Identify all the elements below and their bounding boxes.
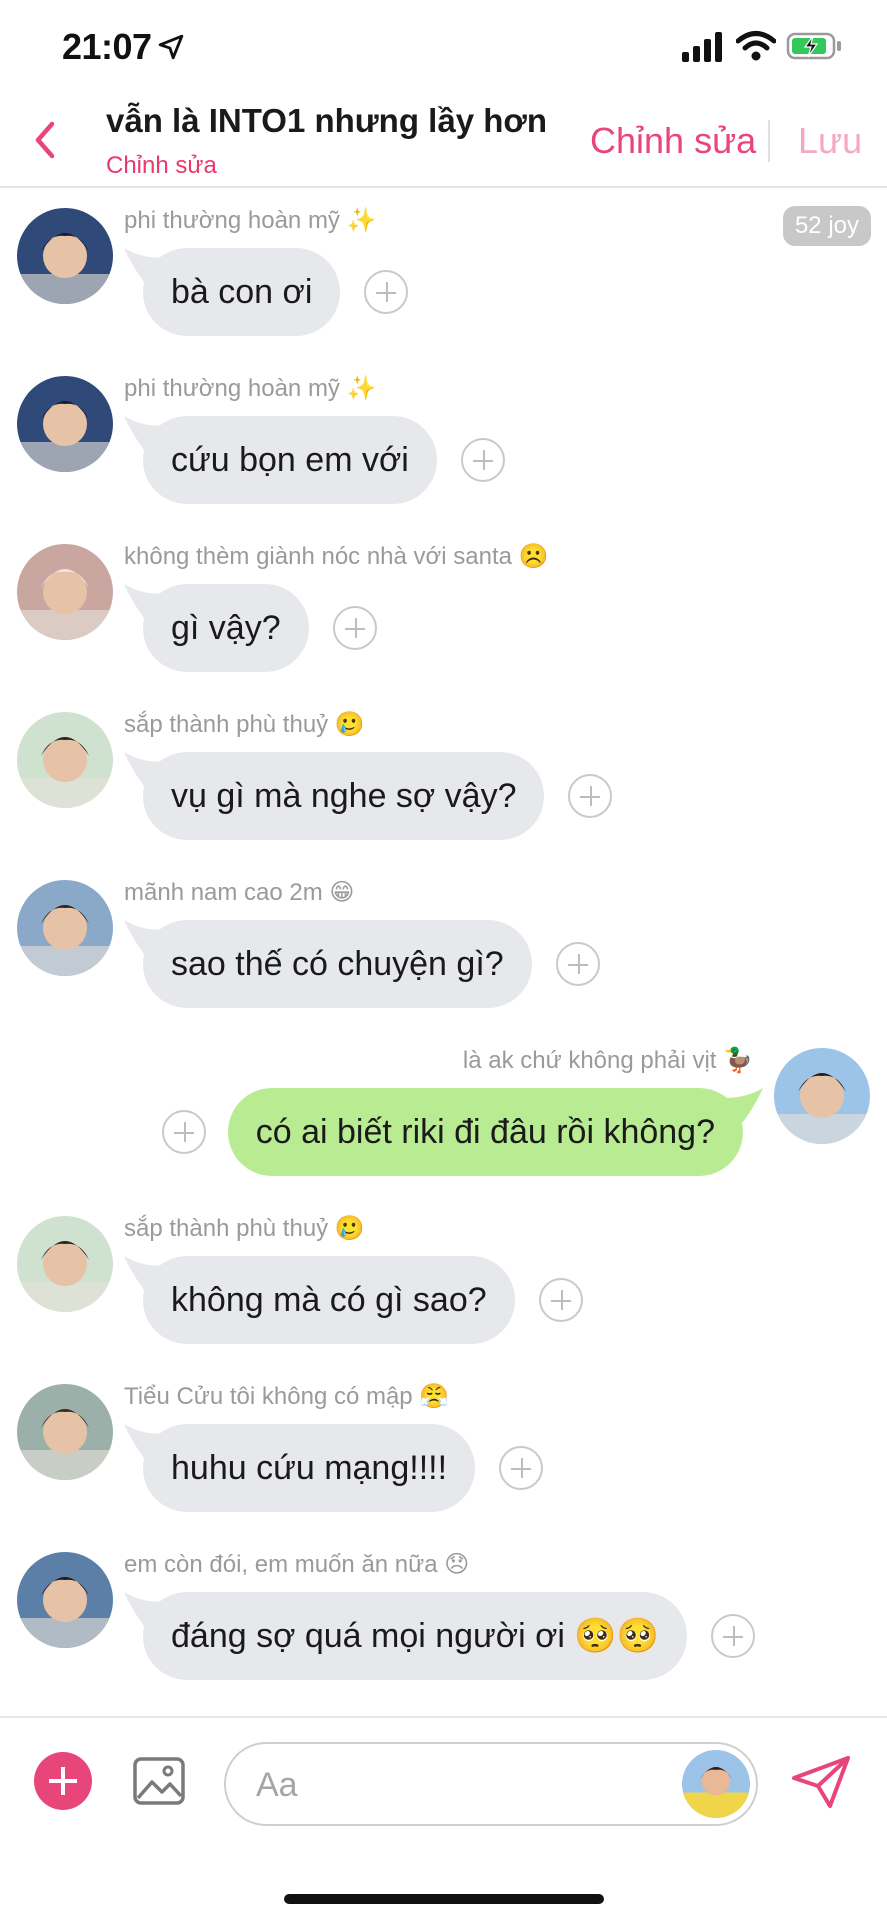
message-bubble[interactable]: sao thế có chuyện gì? (143, 920, 532, 1008)
chat-header: vẫn là INTO1 nhưng lầy hơn Chỉnh sửa Chỉ… (0, 96, 887, 188)
message-bubble[interactable]: vụ gì mà nghe sợ vậy? (143, 752, 545, 840)
add-reaction-icon[interactable] (461, 438, 505, 482)
message-row: em còn đói, em muốn ăn nữa 😞 đáng sợ quá … (0, 1534, 887, 1702)
add-reaction-icon[interactable] (364, 270, 408, 314)
chat-subtitle[interactable]: Chỉnh sửa (106, 152, 217, 180)
sender-name: sắp thành phù thuỷ 🥲 (124, 711, 365, 738)
sender-name: mãnh nam cao 2m 😁 (124, 879, 355, 906)
avatar[interactable] (17, 544, 113, 640)
message-row: sắp thành phù thuỷ 🥲 không mà có gì sao? (0, 1198, 887, 1366)
message-row: là ak chứ không phải vịt 🦆 có ai biết rik… (0, 1030, 887, 1198)
wifi-icon (736, 31, 776, 61)
sender-name: không thèm giành nóc nhà với santa ☹️ (124, 543, 549, 570)
avatar[interactable] (17, 880, 113, 976)
add-button[interactable] (34, 1752, 92, 1810)
message-row: không thèm giành nóc nhà với santa ☹️ gì … (0, 526, 887, 694)
sender-name: phi thường hoàn mỹ ✨ (124, 375, 377, 402)
location-arrow-icon (158, 34, 184, 60)
avatar[interactable] (774, 1048, 870, 1144)
back-chevron-icon[interactable] (30, 118, 60, 162)
sender-name: sắp thành phù thuỷ 🥲 (124, 1215, 365, 1242)
message-row: mãnh nam cao 2m 😁 sao thế có chuyện gì? (0, 862, 887, 1030)
avatar[interactable] (17, 712, 113, 808)
home-indicator (284, 1894, 604, 1904)
signal-icon (682, 32, 722, 62)
avatar[interactable] (17, 1216, 113, 1312)
avatar[interactable] (17, 208, 113, 304)
add-reaction-icon[interactable] (568, 774, 612, 818)
message-bubble[interactable]: có ai biết riki đi đâu rồi không? (227, 1088, 743, 1176)
message-row: phi thường hoàn mỹ ✨ cứu bọn em với (0, 358, 887, 526)
edit-button[interactable]: Chỉnh sửa (590, 120, 756, 162)
sender-name: phi thường hoàn mỹ ✨ (124, 207, 377, 234)
composer-bar (0, 1716, 887, 1920)
message-list[interactable]: 52 joy phi thường hoàn mỹ ✨ bà con ơi phi … (0, 190, 887, 1720)
send-icon[interactable] (790, 1754, 852, 1810)
message-input[interactable] (256, 1762, 636, 1808)
message-bubble[interactable]: cứu bọn em với (143, 416, 437, 504)
message-bubble[interactable]: bà con ơi (143, 248, 341, 336)
sender-name: là ak chứ không phải vịt 🦆 (462, 1047, 753, 1074)
sender-name: em còn đói, em muốn ăn nữa 😞 (124, 1551, 470, 1578)
sender-name: Tiểu Cửu tôi không có mập 😤 (124, 1383, 450, 1410)
header-divider (768, 120, 770, 162)
message-row: Tiểu Cửu tôi không có mập 😤 huhu cứu mạng… (0, 1366, 887, 1534)
avatar[interactable] (17, 376, 113, 472)
save-button[interactable]: Lưu (798, 120, 862, 162)
add-reaction-icon[interactable] (162, 1110, 206, 1154)
avatar[interactable] (17, 1552, 113, 1648)
add-reaction-icon[interactable] (499, 1446, 543, 1490)
message-input-box[interactable] (224, 1742, 758, 1826)
add-reaction-icon[interactable] (711, 1614, 755, 1658)
message-bubble[interactable]: gì vậy? (143, 584, 309, 672)
message-bubble[interactable]: huhu cứu mạng!!!! (143, 1424, 476, 1512)
composer-avatar[interactable] (682, 1750, 750, 1818)
message-bubble[interactable]: không mà có gì sao? (143, 1256, 515, 1344)
add-reaction-icon[interactable] (333, 606, 377, 650)
status-time: 21:07 (62, 26, 152, 67)
avatar[interactable] (17, 1384, 113, 1480)
add-reaction-icon[interactable] (539, 1278, 583, 1322)
message-row: phi thường hoàn mỹ ✨ bà con ơi (0, 190, 887, 358)
status-bar: 21:07 (0, 0, 887, 96)
add-reaction-icon[interactable] (556, 942, 600, 986)
battery-icon (786, 32, 841, 60)
message-row: sắp thành phù thuỷ 🥲 vụ gì mà nghe sợ vậy… (0, 694, 887, 862)
chat-title: vẫn là INTO1 nhưng lầy hơn (106, 102, 547, 139)
image-icon[interactable] (132, 1756, 186, 1806)
message-bubble[interactable]: đáng sợ quá mọi người ơi 🥺🥺 (143, 1592, 688, 1680)
